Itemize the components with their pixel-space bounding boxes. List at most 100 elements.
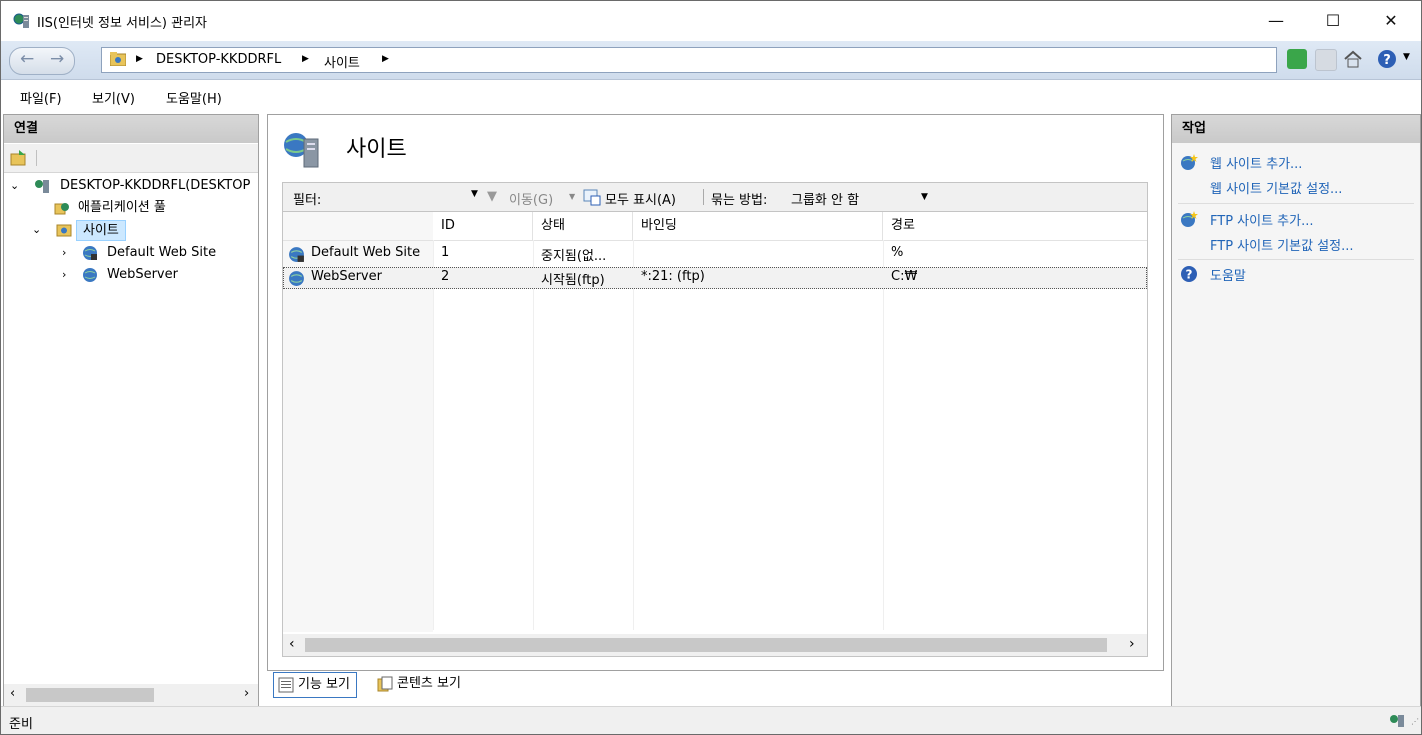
show-all-button[interactable]: 모두 표시(A): [605, 189, 676, 208]
actions-pane: 작업 웹 사이트 추가... 웹 사이트 기본값 설정... FTP 사이트 추…: [1171, 114, 1421, 707]
column-divider: [883, 240, 884, 630]
back-forward-buttons: ← →: [9, 47, 75, 75]
menu-file[interactable]: 파일(F): [20, 88, 62, 107]
app-pool-icon: [54, 203, 69, 215]
cell-id: 1: [441, 245, 450, 260]
add-website-icon: [1181, 154, 1198, 170]
svg-text:?: ?: [1383, 53, 1391, 68]
go-button[interactable]: 이동(G): [509, 189, 553, 208]
list-horizontal-scrollbar[interactable]: ‹ ›: [283, 634, 1147, 656]
tab-features-view[interactable]: 기능 보기: [273, 672, 357, 698]
go-dropdown-chevron-icon[interactable]: ▼: [569, 192, 575, 201]
column-divider: [433, 240, 434, 630]
filter-label: 필터:: [293, 193, 322, 208]
column-header-status[interactable]: 상태: [533, 212, 633, 240]
actions-divider: [1178, 203, 1414, 204]
sites-list: 이름 ^ ID 상태 바인딩 경로 Default Web Site 1 중지됨…: [282, 211, 1148, 657]
actions-divider: [1178, 259, 1414, 260]
tree-label-webserver: WebServer: [107, 267, 178, 282]
back-arrow-icon[interactable]: ←: [20, 49, 34, 69]
table-row-default-web-site[interactable]: Default Web Site 1 중지됨(없... %: [283, 243, 1147, 265]
toolbar-divider: [36, 150, 37, 166]
svg-text:?: ?: [1186, 268, 1193, 282]
scroll-right-icon[interactable]: ›: [244, 686, 249, 701]
breadcrumb-separator-icon[interactable]: ▶: [136, 54, 143, 64]
close-button[interactable]: ✕: [1362, 1, 1420, 41]
add-ftp-site-icon: [1181, 211, 1198, 227]
add-website-link[interactable]: 웹 사이트 추가...: [1210, 153, 1302, 172]
collapse-chevron-icon[interactable]: ⌄: [32, 219, 41, 241]
help-icon: ?: [1181, 266, 1197, 282]
help-link[interactable]: 도움말: [1210, 265, 1246, 284]
expand-chevron-icon[interactable]: ›: [62, 264, 66, 286]
filter-divider: [703, 189, 704, 205]
features-view-icon: [278, 677, 294, 693]
refresh-icon[interactable]: [1287, 49, 1307, 69]
tree-label-app-pools: 애플리케이션 풀: [78, 200, 166, 215]
iis-app-icon: [13, 13, 29, 28]
column-divider: [633, 240, 634, 630]
stop-icon[interactable]: [1315, 49, 1337, 71]
server-status-icon: [1390, 715, 1404, 727]
home-icon[interactable]: [1343, 49, 1363, 69]
help-dropdown-chevron-icon[interactable]: ▼: [1403, 52, 1410, 62]
scrollbar-thumb[interactable]: [26, 688, 154, 702]
navigation-bar: ← → ▶ DESKTOP-KKDDRFL ▶ 사이트 ▶ ? ▼: [1, 41, 1421, 80]
globe-icon: [83, 268, 97, 282]
connections-horizontal-scrollbar[interactable]: ‹ ›: [4, 684, 258, 706]
globe-icon: [289, 271, 304, 286]
collapse-chevron-icon[interactable]: ⌄: [10, 175, 19, 197]
filter-input[interactable]: ▼: [331, 186, 481, 207]
group-by-label: 묶는 방법:: [711, 193, 768, 208]
scroll-left-icon[interactable]: ‹: [289, 636, 295, 652]
menu-bar: 파일(F) 보기(V) 도움말(H): [1, 80, 1421, 112]
expand-chevron-icon[interactable]: ›: [62, 242, 66, 264]
group-by-value: 그룹화 안 함: [791, 193, 860, 208]
group-by-dropdown-chevron-icon[interactable]: ▼: [921, 192, 928, 202]
stopped-globe-icon: [289, 247, 304, 262]
cell-path: %: [891, 245, 904, 260]
window-title: IIS(인터넷 정보 서비스) 관리자: [37, 16, 208, 31]
filter-toolbar: 필터: ▼ ▼ 이동(G) ▼ 모두 표시(A) 묶는 방법: 그룹화 안 함 …: [282, 182, 1148, 212]
content-view-icon: [377, 676, 393, 692]
forward-arrow-icon[interactable]: →: [50, 49, 64, 69]
connections-header: 연결: [4, 115, 258, 143]
maximize-button[interactable]: ☐: [1304, 1, 1362, 41]
breadcrumb-separator-icon[interactable]: ▶: [382, 54, 389, 64]
connect-icon[interactable]: [10, 149, 28, 167]
show-all-icon: [583, 189, 601, 206]
menu-help[interactable]: 도움말(H): [166, 88, 222, 107]
sites-folder-icon: [56, 224, 72, 237]
website-defaults-link[interactable]: 웹 사이트 기본값 설정...: [1210, 178, 1342, 197]
column-header-binding[interactable]: 바인딩: [633, 212, 883, 240]
breadcrumb-separator-icon[interactable]: ▶: [302, 54, 309, 64]
tab-content-view[interactable]: 콘텐츠 보기: [373, 672, 461, 696]
filter-dropdown-chevron-icon[interactable]: ▼: [471, 189, 478, 199]
tree-label-sites: 사이트: [76, 220, 126, 241]
column-header-path[interactable]: 경로: [883, 212, 1147, 240]
filter-funnel-icon: ▼: [487, 189, 497, 204]
minimize-button[interactable]: —: [1247, 1, 1305, 41]
status-bar: 준비 ⋰: [1, 706, 1421, 734]
cell-binding: *:21: (ftp): [641, 269, 705, 284]
ftp-site-defaults-link[interactable]: FTP 사이트 기본값 설정...: [1210, 235, 1354, 254]
scroll-right-icon[interactable]: ›: [1129, 636, 1135, 652]
folder-icon: [110, 52, 126, 66]
cell-name: WebServer: [311, 269, 382, 284]
table-row-webserver[interactable]: WebServer 2 시작됨(ftp) *:21: (ftp) C:₩: [283, 267, 1147, 289]
connections-pane: 연결 ⌄ DESKTOP-KKDDRFL(DESKTOP 애플리케이션 풀 ⌄: [3, 114, 259, 707]
actions-header: 작업: [1172, 115, 1420, 143]
column-header-id[interactable]: ID: [433, 212, 533, 240]
scrollbar-thumb[interactable]: [305, 638, 1107, 652]
resize-grip-icon[interactable]: ⋰: [1411, 717, 1419, 726]
add-ftp-site-link[interactable]: FTP 사이트 추가...: [1210, 210, 1314, 229]
tab-content-view-label: 콘텐츠 보기: [397, 676, 461, 691]
address-bar[interactable]: ▶ DESKTOP-KKDDRFL ▶ 사이트 ▶: [101, 47, 1277, 73]
scroll-left-icon[interactable]: ‹: [10, 686, 15, 701]
title-bar: IIS(인터넷 정보 서비스) 관리자 — ☐ ✕: [1, 1, 1421, 41]
group-by-select[interactable]: 그룹화 안 함 ▼: [787, 186, 931, 208]
breadcrumb-server[interactable]: DESKTOP-KKDDRFL: [156, 52, 281, 67]
help-icon[interactable]: ?: [1377, 49, 1397, 69]
menu-view[interactable]: 보기(V): [92, 88, 135, 107]
breadcrumb-sites[interactable]: 사이트: [324, 52, 360, 71]
